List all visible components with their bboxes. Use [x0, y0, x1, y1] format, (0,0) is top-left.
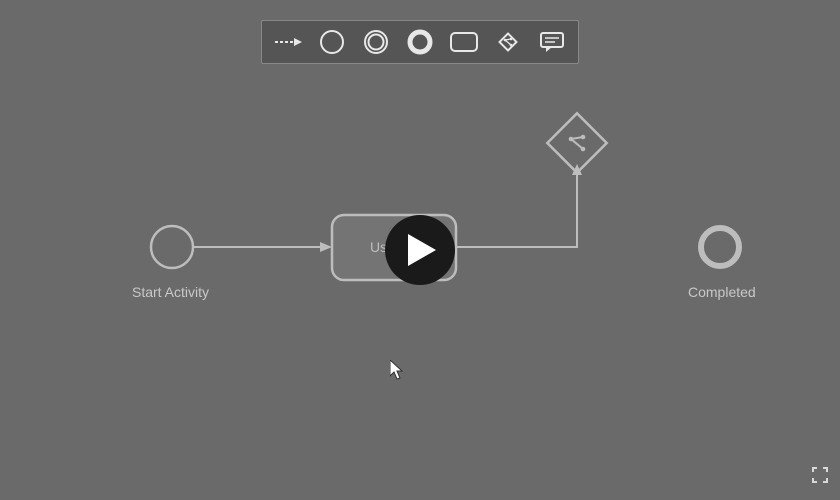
gateway-node[interactable]	[547, 113, 606, 172]
sequence-flow[interactable]	[456, 172, 577, 247]
start-event-node[interactable]	[151, 226, 193, 268]
arrowhead-icon	[320, 242, 332, 252]
end-event-node[interactable]	[701, 228, 739, 266]
play-button[interactable]	[385, 215, 455, 285]
start-event-label: Start Activity	[132, 284, 209, 300]
play-icon	[408, 234, 436, 266]
fullscreen-icon	[812, 467, 828, 483]
end-event-label: Completed	[688, 284, 756, 300]
fullscreen-button[interactable]	[812, 467, 828, 488]
